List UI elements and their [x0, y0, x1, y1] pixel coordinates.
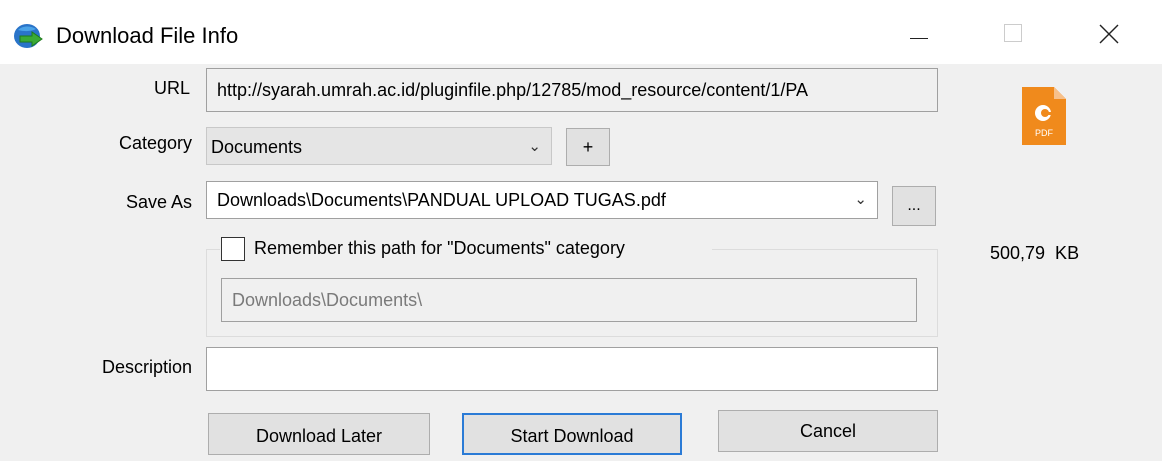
title-bar: Download File Info — [0, 0, 1162, 64]
description-input[interactable] — [206, 347, 938, 391]
url-label: URL — [153, 78, 190, 98]
group-border — [712, 249, 938, 250]
url-field[interactable]: http://syarah.umrah.ac.id/pluginfile.php… — [206, 68, 938, 112]
category-value: Documents — [211, 137, 303, 157]
browse-button[interactable]: ... — [892, 186, 936, 226]
file-size-label: 500,79 KB — [990, 243, 1080, 263]
chevron-down-icon: ⌄ — [854, 191, 867, 208]
window-title: Download File Info — [56, 23, 239, 48]
maximize-button[interactable] — [984, 10, 1044, 56]
idm-app-icon — [14, 24, 43, 48]
minimize-icon — [910, 38, 928, 39]
maximize-icon — [1004, 24, 1022, 42]
minimize-button[interactable] — [888, 10, 948, 56]
save-as-combobox[interactable]: Downloads\Documents\PANDUAL UPLOAD TUGAS… — [206, 181, 878, 219]
svg-text:PDF: PDF — [1035, 128, 1054, 138]
remember-path-label[interactable]: Remember this path for "Documents" categ… — [254, 238, 631, 259]
cancel-button[interactable]: Cancel — [718, 410, 938, 452]
group-border — [206, 249, 220, 250]
add-category-button[interactable]: + — [566, 128, 610, 166]
save-as-label: Save As — [125, 192, 192, 212]
start-download-button[interactable]: Start Download — [462, 413, 682, 455]
category-label: Category — [118, 133, 192, 153]
close-icon — [1099, 24, 1119, 44]
close-button[interactable] — [1080, 10, 1140, 56]
remember-path-checkbox[interactable] — [221, 237, 245, 261]
save-as-value: Downloads\Documents\PANDUAL UPLOAD TUGAS… — [217, 190, 666, 210]
description-label: Description — [101, 357, 192, 377]
chevron-down-icon: ⌄ — [528, 138, 541, 155]
download-later-button[interactable]: Download Later — [208, 413, 430, 455]
remember-path-field: Downloads\Documents\ — [221, 278, 917, 322]
category-dropdown[interactable]: Documents ⌄ — [206, 127, 552, 165]
pdf-file-icon: PDF — [1022, 87, 1066, 145]
